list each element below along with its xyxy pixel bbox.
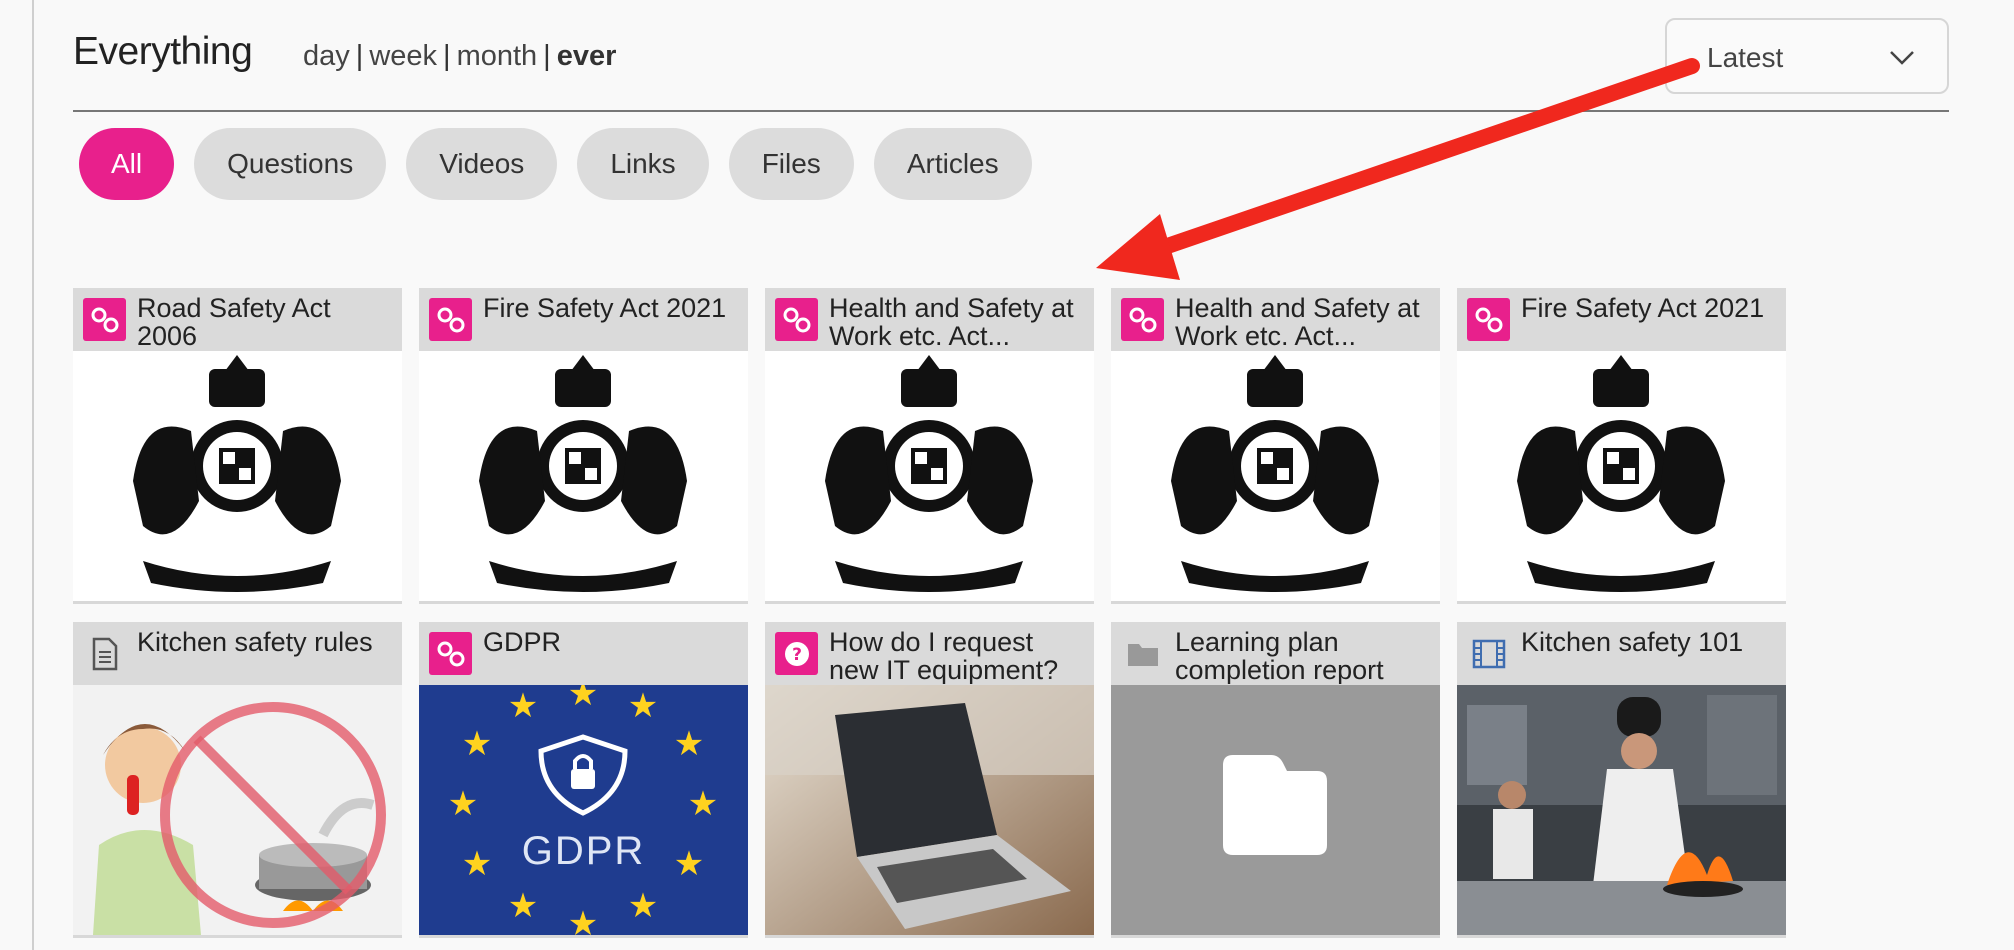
card-title: Learning plan completion report (1175, 628, 1384, 684)
royal-coat-of-arms-image (419, 351, 748, 601)
card-divider (73, 935, 402, 938)
filter-all[interactable]: All (79, 128, 175, 200)
document-icon (83, 632, 126, 675)
card-divider (73, 601, 402, 604)
card-title: Fire Safety Act 2021 (483, 294, 727, 323)
card-header: Health and Safety at Work etc. Act... (1111, 288, 1440, 351)
period-day[interactable]: day (303, 40, 350, 72)
svg-text:★: ★ (508, 886, 538, 926)
content-card[interactable]: Road Safety Act 2006 (73, 288, 402, 604)
filter-videos[interactable]: Videos (406, 128, 558, 200)
link-icon (429, 632, 472, 675)
card-divider (419, 935, 748, 938)
card-divider (765, 601, 1094, 604)
separator: | (443, 40, 451, 72)
svg-text:?: ? (792, 645, 802, 665)
card-header: GDPR (419, 622, 748, 685)
sort-select[interactable]: Latest (1665, 18, 1949, 94)
link-icon (1121, 298, 1164, 341)
content-card[interactable]: Fire Safety Act 2021 (1457, 288, 1786, 604)
separator: | (543, 40, 551, 72)
folder-icon (1121, 632, 1164, 675)
question-icon: ? (775, 632, 818, 675)
film-icon (1467, 632, 1510, 675)
royal-coat-of-arms-image (73, 351, 402, 601)
card-divider (419, 601, 748, 604)
card-header: Learning plan completion report (1111, 622, 1440, 685)
card-header: Health and Safety at Work etc. Act... (765, 288, 1094, 351)
card-header: Fire Safety Act 2021 (1457, 288, 1786, 351)
svg-text:★: ★ (628, 686, 658, 726)
content-card[interactable]: Health and Safety at Work etc. Act... (765, 288, 1094, 604)
gdpr-image: ★ ★ ★ ★ ★ ★ ★ ★ ★ ★ ★ ★ GDPR (419, 685, 748, 935)
card-header: Kitchen safety 101 (1457, 622, 1786, 685)
card-title: Health and Safety at Work etc. Act... (1175, 294, 1420, 350)
separator: | (355, 40, 364, 72)
card-divider (1457, 601, 1786, 604)
royal-coat-of-arms-image (765, 351, 1094, 601)
royal-coat-of-arms-image (1111, 351, 1440, 601)
link-icon (429, 298, 472, 341)
content-card[interactable]: Kitchen safety rules (73, 622, 402, 938)
content-card[interactable]: Fire Safety Act 2021 (419, 288, 748, 604)
svg-text:★: ★ (508, 686, 538, 726)
svg-text:★: ★ (462, 724, 492, 764)
svg-text:★: ★ (674, 724, 704, 764)
filter-questions[interactable]: Questions (194, 128, 387, 200)
filter-links[interactable]: Links (577, 128, 709, 200)
card-divider (1111, 601, 1440, 604)
svg-text:★: ★ (448, 784, 478, 824)
card-title: Kitchen safety rules (137, 628, 373, 657)
content-card[interactable]: Health and Safety at Work etc. Act... (1111, 288, 1440, 604)
link-icon (1467, 298, 1510, 341)
card-header: Fire Safety Act 2021 (419, 288, 748, 351)
card-title: Fire Safety Act 2021 (1521, 294, 1765, 323)
royal-coat-of-arms-image (1457, 351, 1786, 601)
svg-text:★: ★ (688, 784, 718, 824)
period-week[interactable]: week (369, 40, 437, 72)
period-month[interactable]: month (457, 40, 538, 72)
content-type-filters: All Questions Videos Links Files Article… (79, 128, 1032, 200)
period-ever[interactable]: ever (557, 40, 617, 72)
content-card[interactable]: Learning plan completion report (1111, 622, 1440, 938)
chevron-down-icon (1890, 51, 1914, 65)
laptop-image (765, 685, 1094, 935)
gdpr-image-text: GDPR (521, 829, 646, 873)
link-icon (83, 298, 126, 341)
card-title: Road Safety Act 2006 (137, 294, 331, 350)
svg-text:★: ★ (568, 904, 598, 935)
card-title: Kitchen safety 101 (1521, 628, 1744, 657)
header-divider (73, 110, 1949, 112)
card-divider (1111, 935, 1440, 938)
card-title: How do I request new IT equipment? (829, 628, 1059, 684)
page-title: Everything (73, 30, 253, 73)
content-card[interactable]: ? How do I request new IT equipment? (765, 622, 1094, 938)
filter-files[interactable]: Files (728, 128, 854, 200)
card-divider (1457, 935, 1786, 938)
folder-placeholder (1111, 685, 1440, 935)
content-card[interactable]: GDPR ★ ★ ★ ★ ★ ★ ★ ★ ★ ★ ★ ★ GDPR (419, 622, 748, 938)
card-divider (765, 935, 1094, 938)
link-icon (775, 298, 818, 341)
filter-articles[interactable]: Articles (873, 128, 1032, 200)
sort-selected-value: Latest (1707, 42, 1784, 73)
content-frame-border (32, 0, 34, 950)
card-header: ? How do I request new IT equipment? (765, 622, 1094, 685)
card-title: GDPR (483, 628, 562, 657)
chefs-kitchen-image (1457, 685, 1786, 935)
card-header: Road Safety Act 2006 (73, 288, 402, 351)
svg-text:★: ★ (568, 685, 598, 714)
no-phone-while-cooking-illustration (73, 685, 402, 935)
content-card[interactable]: Kitchen safety 101 (1457, 622, 1786, 938)
card-header: Kitchen safety rules (73, 622, 402, 685)
card-title: Health and Safety at Work etc. Act... (829, 294, 1074, 350)
period-filter: day | week | month | ever (303, 40, 616, 73)
svg-text:★: ★ (628, 886, 658, 926)
